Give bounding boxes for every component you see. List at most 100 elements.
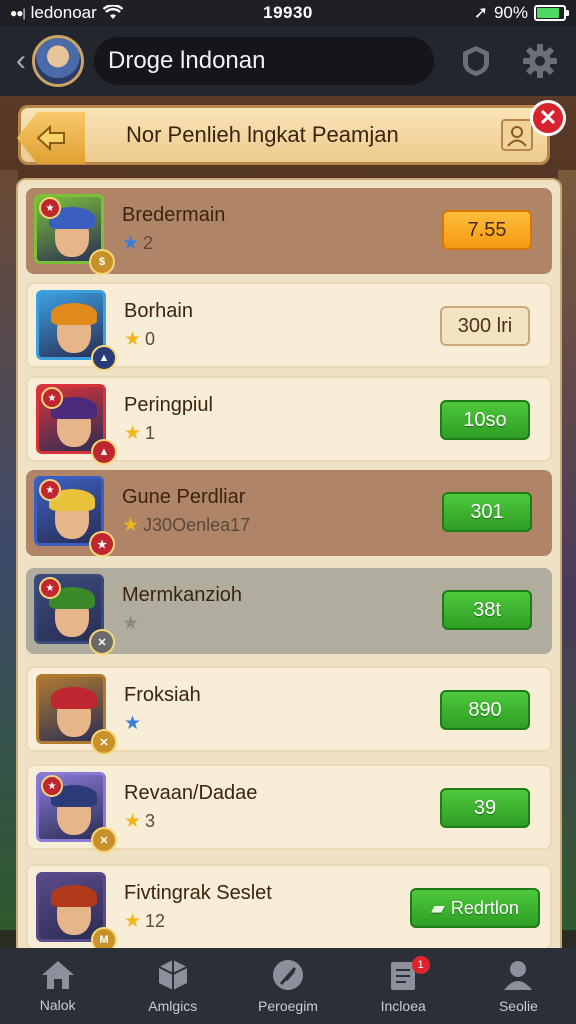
- star-count: 3: [145, 811, 156, 831]
- redeem-button[interactable]: ▰ Redrtlon: [410, 888, 540, 928]
- close-button[interactable]: ✕: [530, 100, 566, 136]
- value-label: 301: [470, 500, 504, 523]
- list-item[interactable]: ★ ✕ Mermkanzioh ★ 38t: [26, 568, 552, 655]
- wifi-icon: [102, 5, 123, 19]
- star-icon: ★: [124, 423, 142, 444]
- gear-icon[interactable]: [518, 39, 562, 83]
- value-button[interactable]: 10so: [440, 400, 530, 440]
- nav-item-home[interactable]: Nalok: [0, 948, 115, 1024]
- profile-avatar[interactable]: [32, 35, 84, 87]
- rank-badge-icon: ★: [41, 775, 63, 797]
- class-badge-icon: ▲: [91, 439, 117, 465]
- class-badge-icon: ✕: [91, 729, 117, 755]
- status-left: ●●| ledonoar: [10, 3, 210, 23]
- hero-hat: [51, 303, 97, 325]
- value-label: 38t: [473, 598, 501, 621]
- value-button[interactable]: 300 lri: [440, 306, 530, 346]
- player-name: Gune Perdliar: [122, 486, 246, 508]
- rank-badge-icon: ★: [39, 577, 61, 599]
- player-stats: ★ 2: [122, 232, 153, 255]
- cube-icon: [158, 960, 188, 990]
- banner-title: Nor Penlieh lngkat Peamjan: [126, 122, 399, 147]
- feather-icon: [273, 960, 303, 990]
- list-item[interactable]: ★ ▲ Peringpiul ★ 1 10so: [26, 376, 552, 465]
- star-icon: ★: [124, 911, 142, 932]
- ticket-icon: ▰: [431, 897, 445, 918]
- close-icon: ✕: [538, 105, 558, 130]
- nav-label-cube: Amlgics: [148, 998, 198, 1014]
- status-time: 19930: [263, 3, 313, 22]
- notification-badge: 1: [411, 956, 430, 974]
- class-badge-icon: ✕: [89, 629, 115, 655]
- rank-badge-icon: ★: [39, 197, 61, 219]
- player-name: Bredermain: [122, 204, 226, 226]
- search-bar[interactable]: Droge lndonan: [94, 37, 434, 85]
- nav-label-feather: Peroegim: [258, 998, 318, 1014]
- star-count: J30Oenlea17: [143, 515, 251, 535]
- value-label: 10so: [463, 408, 507, 431]
- star-count: 1: [145, 423, 156, 443]
- star-icon: ★: [122, 515, 140, 536]
- list-item[interactable]: ✕ Froksiah ★ 890: [26, 666, 552, 755]
- value-label: 39: [473, 796, 497, 819]
- player-name: Peringpiul: [124, 394, 213, 416]
- banner-back-button[interactable]: [17, 112, 85, 164]
- hero-avatar: ★ ✕: [36, 772, 117, 853]
- player-stats: ★ 12: [124, 910, 165, 933]
- value-button[interactable]: 890: [440, 690, 530, 730]
- player-stats: ★: [124, 712, 145, 735]
- back-arrow-icon[interactable]: ‹: [10, 41, 32, 81]
- hero-hat: [51, 687, 97, 709]
- player-stats: ★ J30Oenlea17: [122, 514, 250, 537]
- class-badge-icon: ✕: [91, 827, 117, 853]
- player-stats: ★: [122, 612, 143, 635]
- value-button[interactable]: 39: [440, 788, 530, 828]
- star-icon: ★: [124, 811, 142, 832]
- location-arrow-icon: ➚: [473, 3, 488, 22]
- value-button[interactable]: 38t: [442, 590, 532, 630]
- status-bar: ●●| ledonoar 19930 ➚ 90%: [0, 0, 576, 26]
- player-stats: ★ 0: [124, 328, 155, 351]
- value-button[interactable]: 7.55: [442, 210, 532, 250]
- nav-item-feather[interactable]: Peroegim: [230, 948, 345, 1024]
- list-item[interactable]: ★ ★ Gune Perdliar ★ J30Oenlea17 301: [26, 470, 552, 557]
- class-badge-icon: ▲: [91, 345, 117, 371]
- profile-badge-icon[interactable]: [501, 119, 533, 151]
- hero-avatar: ★ $: [34, 194, 115, 275]
- battery-icon: [534, 5, 569, 21]
- player-stats: ★ 3: [124, 810, 155, 833]
- nav-item-cube[interactable]: Amlgics: [115, 948, 230, 1024]
- hero-avatar: M: [36, 872, 117, 953]
- hero-avatar: ★ ★: [34, 476, 115, 557]
- battery-percent: 90%: [493, 3, 528, 22]
- shield-icon[interactable]: [454, 39, 498, 83]
- star-count: 0: [145, 329, 156, 349]
- status-right: ➚ 90%: [366, 3, 569, 23]
- hero-hat: [51, 885, 97, 907]
- player-name: Borhain: [124, 300, 193, 322]
- nav-item-document[interactable]: 1 Incloea: [346, 948, 461, 1024]
- value-label: 300 lri: [457, 314, 513, 337]
- carrier-label: ledonoar: [30, 3, 97, 22]
- hero-avatar: ★ ✕: [34, 574, 115, 655]
- app-bar: ‹ Droge lndonan: [0, 26, 576, 96]
- nav-label-document: Incloea: [380, 998, 426, 1014]
- class-badge-icon: $: [89, 249, 115, 275]
- value-label: 7.55: [467, 218, 507, 241]
- class-badge-icon: ★: [89, 531, 115, 557]
- star-icon: ★: [122, 233, 140, 254]
- nav-label-profile: Seolie: [498, 998, 538, 1014]
- signal-icon: ●●|: [10, 6, 26, 20]
- star-icon: ★: [122, 613, 140, 634]
- list-item[interactable]: ★ $ Bredermain ★ 2 7.55: [26, 188, 552, 275]
- nav-label-home: Nalok: [39, 997, 76, 1013]
- back-arrow-icon: [36, 125, 65, 151]
- nav-item-profile[interactable]: Seolie: [461, 948, 576, 1024]
- star-icon: ★: [124, 329, 142, 350]
- leaderboard-panel: ★ $ Bredermain ★ 2 7.55 ▲ Borhain ★ 0 300 lri ★ ▲ Per…: [16, 178, 562, 958]
- list-item[interactable]: ★ ✕ Revaan/Dadae ★ 3 39: [26, 764, 552, 853]
- value-button[interactable]: 301: [442, 492, 532, 532]
- star-count: 12: [145, 911, 166, 931]
- list-item[interactable]: ▲ Borhain ★ 0 300 lri: [26, 282, 552, 371]
- list-item[interactable]: M Fivtingrak Seslet ★ 12 ▰ Redrtlon: [26, 864, 552, 953]
